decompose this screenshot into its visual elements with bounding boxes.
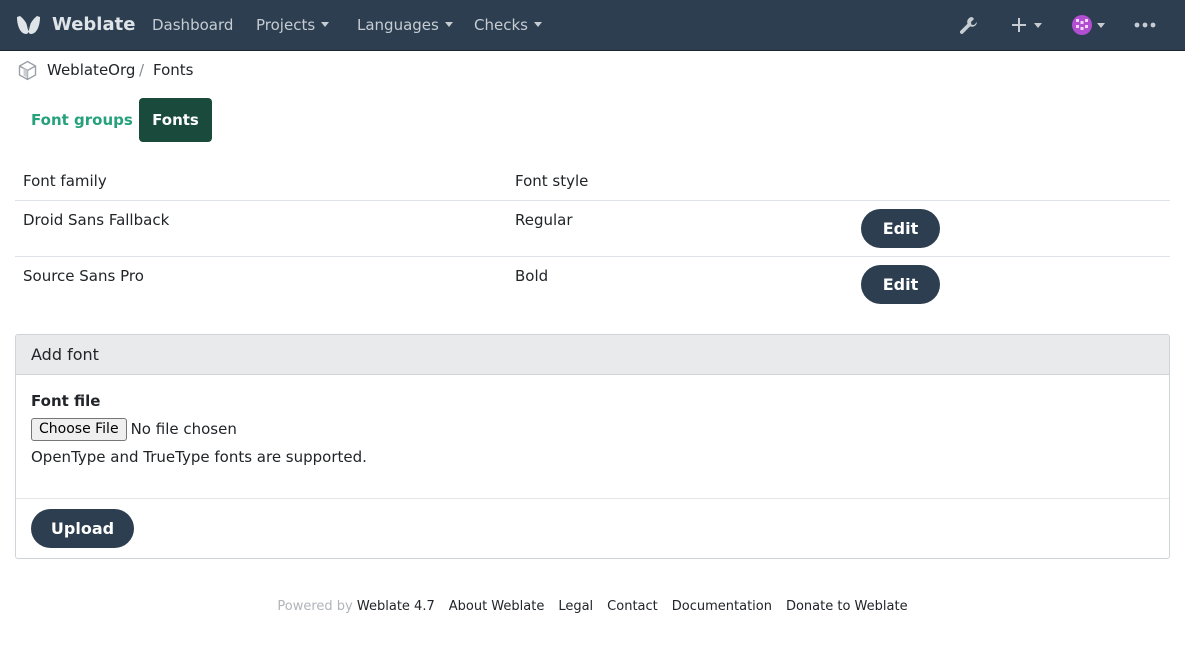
more-icon[interactable] [1134,22,1156,28]
footer-about-link[interactable]: About Weblate [449,599,545,614]
nav-languages[interactable]: Languages [357,15,453,35]
breadcrumb-org[interactable]: WeblateOrg [47,60,135,80]
nav-dashboard[interactable]: Dashboard [152,15,233,35]
breadcrumb-separator: / [139,61,145,79]
chevron-down-icon [1034,23,1042,28]
chevron-down-icon [321,22,330,27]
edit-button[interactable]: Edit [861,209,940,248]
choose-file-button[interactable]: Choose File [31,418,127,441]
nav-projects[interactable]: Projects [256,15,330,35]
nav-languages-label: Languages [357,16,439,34]
column-header-family: Font family [23,172,107,190]
user-avatar-icon [1072,15,1092,35]
table-divider [15,256,1170,257]
font-file-help: OpenType and TrueType fonts are supporte… [31,448,367,466]
wrench-icon[interactable] [958,15,979,36]
footer-contact-link[interactable]: Contact [607,599,658,614]
footer-donate-link[interactable]: Donate to Weblate [786,599,908,614]
card-header: Add font [16,335,1169,375]
chevron-down-icon [1097,23,1105,28]
font-family-cell: Source Sans Pro [23,267,144,285]
brand-name[interactable]: Weblate [52,13,135,37]
table-divider [15,200,1170,201]
top-navbar: Weblate Dashboard Projects Languages Che… [0,0,1185,51]
organization-icon [18,60,37,81]
add-menu[interactable] [1011,13,1045,37]
font-style-cell: Regular [515,211,573,229]
tab-font-groups[interactable]: Font groups [15,98,149,142]
footer-legal-link[interactable]: Legal [558,599,593,614]
footer-version-link[interactable]: Weblate 4.7 [357,599,435,614]
nav-checks[interactable]: Checks [474,15,542,35]
edit-button[interactable]: Edit [861,265,940,304]
file-status: No file chosen [130,420,237,438]
breadcrumb-current[interactable]: Fonts [153,60,193,80]
weblate-logo-icon[interactable] [15,13,42,37]
add-font-card: Add font Font file Choose File No file ch… [15,334,1170,559]
column-header-style: Font style [515,172,589,190]
powered-by-text: Powered by [277,599,353,614]
chevron-down-icon [444,22,453,27]
nav-checks-label: Checks [474,16,528,34]
card-footer: Upload [16,498,1169,558]
font-style-cell: Bold [515,267,549,285]
card-title: Add font [31,345,99,364]
font-family-cell: Droid Sans Fallback [23,211,170,229]
upload-button[interactable]: Upload [31,509,134,548]
font-file-label: Font file [31,392,101,410]
tab-fonts[interactable]: Fonts [139,98,212,142]
chevron-down-icon [533,22,542,27]
nav-projects-label: Projects [256,16,316,34]
font-file-input[interactable]: Choose File No file chosen [31,418,237,442]
plus-icon [1012,18,1026,32]
user-menu[interactable] [1072,14,1106,36]
footer-documentation-link[interactable]: Documentation [672,599,772,614]
page-footer: Powered by Weblate 4.7 About Weblate Legal… [0,598,1185,616]
